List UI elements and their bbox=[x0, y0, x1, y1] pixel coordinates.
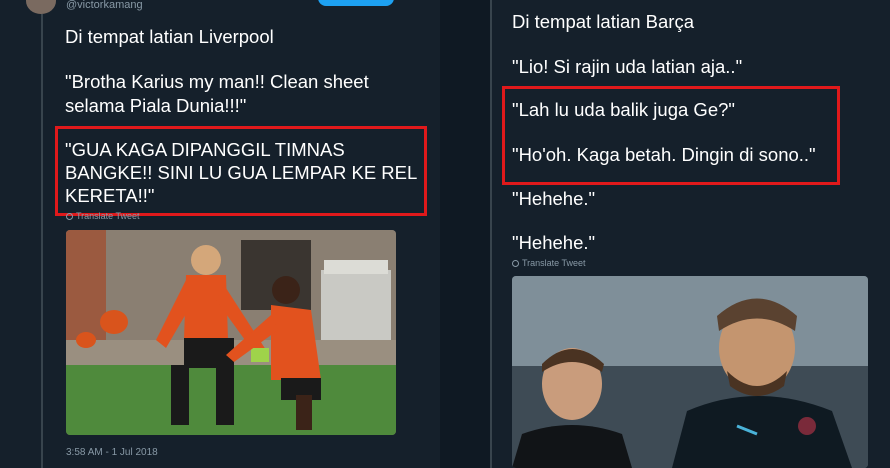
tweet-text-line-highlighted: BANGKE!! SINI LU GUA LEMPAR KE REL bbox=[65, 162, 418, 183]
translate-tweet-link[interactable]: Translate Tweet bbox=[512, 258, 586, 268]
globe-icon bbox=[512, 259, 519, 267]
tweet-text-line: Di tempat latian Barça bbox=[512, 11, 695, 32]
avatar[interactable] bbox=[26, 0, 56, 14]
left-tweet-panel: @victorkamang Di tempat latian Liverpool… bbox=[0, 0, 440, 468]
tweet-text-line: "Hehehe." bbox=[512, 232, 596, 253]
thread-line bbox=[490, 0, 492, 468]
tweet-text-line-highlighted: KERETA!!" bbox=[65, 185, 155, 206]
user-handle[interactable]: @victorkamang bbox=[66, 0, 143, 11]
tweet-photo[interactable] bbox=[66, 230, 396, 435]
thread-line bbox=[41, 14, 43, 468]
translate-label: Translate Tweet bbox=[522, 258, 586, 268]
training-photo-barca bbox=[512, 276, 868, 468]
tweet-text-line: selama Piala Dunia!!!" bbox=[65, 95, 247, 116]
tweet-timestamp[interactable]: 3:58 AM - 1 Jul 2018 bbox=[66, 447, 158, 458]
follow-button[interactable] bbox=[318, 0, 394, 6]
translate-tweet-link[interactable]: Translate Tweet bbox=[66, 211, 140, 221]
tweet-text-line-highlighted: "GUA KAGA DIPANGGIL TIMNAS bbox=[65, 139, 345, 160]
tweet-text-line: "Brotha Karius my man!! Clean sheet bbox=[65, 71, 369, 92]
tweet-text-line: Di tempat latian Liverpool bbox=[65, 26, 274, 47]
tweet-photo[interactable] bbox=[512, 276, 868, 468]
globe-icon bbox=[66, 212, 73, 220]
tweet-text-line-highlighted: "Lah lu uda balik juga Ge?" bbox=[512, 99, 735, 120]
right-tweet-panel: Di tempat latian Barça "Lio! Si rajin ud… bbox=[490, 0, 890, 468]
training-photo-liverpool bbox=[66, 230, 396, 435]
translate-label: Translate Tweet bbox=[76, 211, 140, 221]
panel-divider bbox=[440, 0, 490, 468]
tweet-text-line: "Hehehe." bbox=[512, 188, 596, 209]
tweet-text-line: "Lio! Si rajin uda latian aja.." bbox=[512, 56, 743, 77]
tweet-text-line-highlighted: "Ho'oh. Kaga betah. Dingin di sono.." bbox=[512, 144, 816, 165]
